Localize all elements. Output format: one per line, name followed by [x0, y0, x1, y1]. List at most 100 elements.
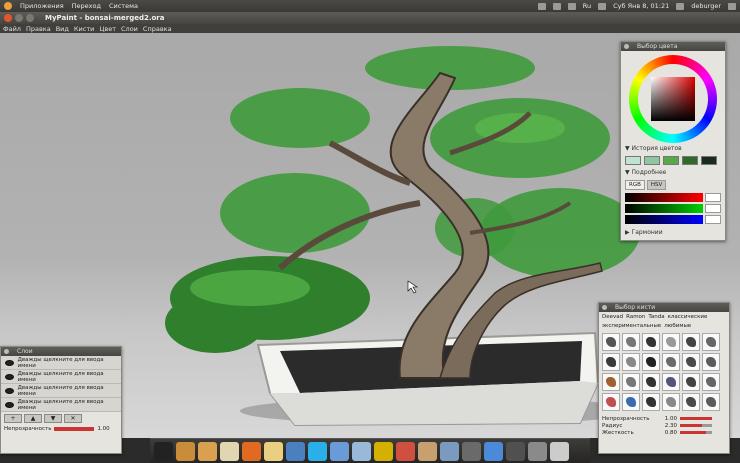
menu-file[interactable]: Файл: [3, 25, 21, 33]
keyboard-layout[interactable]: Ru: [583, 2, 591, 10]
menu-edit[interactable]: Правка: [26, 25, 51, 33]
layer-name[interactable]: Дважды щелкните для ввода имени: [18, 371, 117, 383]
network-icon[interactable]: [537, 2, 546, 10]
brush-preset[interactable]: [642, 393, 660, 411]
brush-opacity-slider[interactable]: [680, 417, 712, 420]
mail-icon[interactable]: [552, 2, 561, 10]
download-icon[interactable]: [330, 441, 349, 461]
menu-help[interactable]: Справка: [143, 25, 172, 33]
layer-row[interactable]: Дважды щелкните для ввода имени: [1, 356, 121, 370]
layer-row[interactable]: Дважды щелкните для ввода имени: [1, 398, 121, 412]
color-wheel[interactable]: [629, 55, 717, 143]
layer-up-button[interactable]: ▲: [24, 414, 42, 423]
workspaces-icon[interactable]: [506, 441, 525, 461]
brush-preset[interactable]: [702, 373, 720, 391]
eye-icon[interactable]: [5, 373, 14, 380]
minimize-window-button[interactable]: [15, 14, 23, 22]
tab-tanda[interactable]: Tanda: [648, 314, 664, 320]
tab-rgb[interactable]: RGB: [625, 180, 645, 190]
brush-preset[interactable]: [682, 333, 700, 351]
settings-icon[interactable]: [528, 441, 547, 461]
mypaint-icon[interactable]: [418, 441, 437, 461]
color-history-swatch[interactable]: [701, 156, 717, 165]
blue-value-field[interactable]: [705, 215, 721, 224]
maximize-window-button[interactable]: [26, 14, 34, 22]
brush-preset[interactable]: [682, 353, 700, 371]
menu-places[interactable]: Переход: [72, 2, 101, 10]
red-value-field[interactable]: [705, 193, 721, 202]
layer-name[interactable]: Дважды щелкните для ввода имени: [18, 399, 117, 411]
eye-icon[interactable]: [5, 387, 14, 394]
thunderbird-icon[interactable]: [286, 441, 305, 461]
terminal-icon[interactable]: [154, 441, 173, 461]
notes-icon[interactable]: [264, 441, 283, 461]
layer-down-button[interactable]: ▼: [44, 414, 62, 423]
user-name[interactable]: deburger: [691, 2, 721, 10]
brush-preset[interactable]: [602, 373, 620, 391]
brush-radius-slider[interactable]: [680, 424, 712, 427]
panel-close-icon[interactable]: [624, 44, 629, 49]
history-section-toggle[interactable]: ▼ История цветов: [621, 143, 725, 154]
delete-layer-button[interactable]: ✕: [64, 414, 82, 423]
color-history-swatch[interactable]: [625, 156, 641, 165]
brush-preset[interactable]: [642, 333, 660, 351]
skype-icon[interactable]: [308, 441, 327, 461]
menu-layers[interactable]: Слои: [121, 25, 138, 33]
layer-name[interactable]: Дважды щелкните для ввода имени: [18, 357, 117, 369]
text-editor-icon[interactable]: [220, 441, 239, 461]
brush-hardness-slider[interactable]: [680, 431, 712, 434]
tab-hsv[interactable]: HSV: [646, 180, 667, 190]
desktop-icon[interactable]: [484, 441, 503, 461]
brush-preset[interactable]: [702, 353, 720, 371]
menu-applications[interactable]: Приложения: [20, 2, 64, 10]
brush-preset[interactable]: [642, 373, 660, 391]
color-history-swatch[interactable]: [644, 156, 660, 165]
clock[interactable]: Суб Янв 8, 01:21: [613, 2, 669, 10]
brush-preset[interactable]: [622, 333, 640, 351]
brush-preset[interactable]: [602, 333, 620, 351]
color-history-swatch[interactable]: [682, 156, 698, 165]
tab-ramon[interactable]: Ramon: [626, 314, 645, 320]
layer-name[interactable]: Дважды щелкните для ввода имени: [18, 385, 117, 397]
brush-panel-titlebar[interactable]: Выбор кисти: [599, 303, 729, 312]
brush-preset[interactable]: [682, 373, 700, 391]
monitor-icon[interactable]: [462, 441, 481, 461]
tab-experimental[interactable]: экспериментальные: [602, 323, 661, 329]
panel-close-icon[interactable]: [4, 349, 9, 354]
home-folder-icon[interactable]: [176, 441, 195, 461]
brush-preset[interactable]: [702, 393, 720, 411]
brush-preset[interactable]: [602, 393, 620, 411]
brush-preset[interactable]: [682, 393, 700, 411]
green-value-field[interactable]: [705, 204, 721, 213]
brush-preset[interactable]: [662, 353, 680, 371]
color-history-swatch[interactable]: [663, 156, 679, 165]
menu-system[interactable]: Система: [109, 2, 138, 10]
brush-preset[interactable]: [622, 393, 640, 411]
panel-close-icon[interactable]: [602, 305, 607, 310]
image-viewer-icon[interactable]: [440, 441, 459, 461]
brush-preset[interactable]: [662, 333, 680, 351]
firefox-icon[interactable]: [242, 441, 261, 461]
harmony-section-toggle[interactable]: ▶ Гармонии: [621, 227, 725, 238]
red-slider[interactable]: [625, 193, 703, 202]
brush-preset[interactable]: [642, 353, 660, 371]
tab-classic[interactable]: классические: [668, 314, 708, 320]
brush-preset[interactable]: [662, 393, 680, 411]
install-icon[interactable]: [352, 441, 371, 461]
power-icon[interactable]: [374, 441, 393, 461]
menu-color[interactable]: Цвет: [99, 25, 116, 33]
volume-icon[interactable]: [567, 2, 576, 10]
layer-row[interactable]: Дважды щелкните для ввода имени: [1, 384, 121, 398]
brush-preset[interactable]: [602, 353, 620, 371]
saturation-value-square[interactable]: [651, 77, 695, 121]
power-menu-icon[interactable]: [728, 2, 736, 10]
brush-preset[interactable]: [622, 353, 640, 371]
layer-opacity-slider[interactable]: [54, 427, 95, 431]
trash-icon[interactable]: [550, 441, 569, 461]
close-window-button[interactable]: [4, 14, 12, 22]
color-panel-titlebar[interactable]: Выбор цвета: [621, 42, 725, 51]
brush-preset[interactable]: [702, 333, 720, 351]
files-icon[interactable]: [198, 441, 217, 461]
chrome-icon[interactable]: [396, 441, 415, 461]
green-slider[interactable]: [625, 204, 703, 213]
